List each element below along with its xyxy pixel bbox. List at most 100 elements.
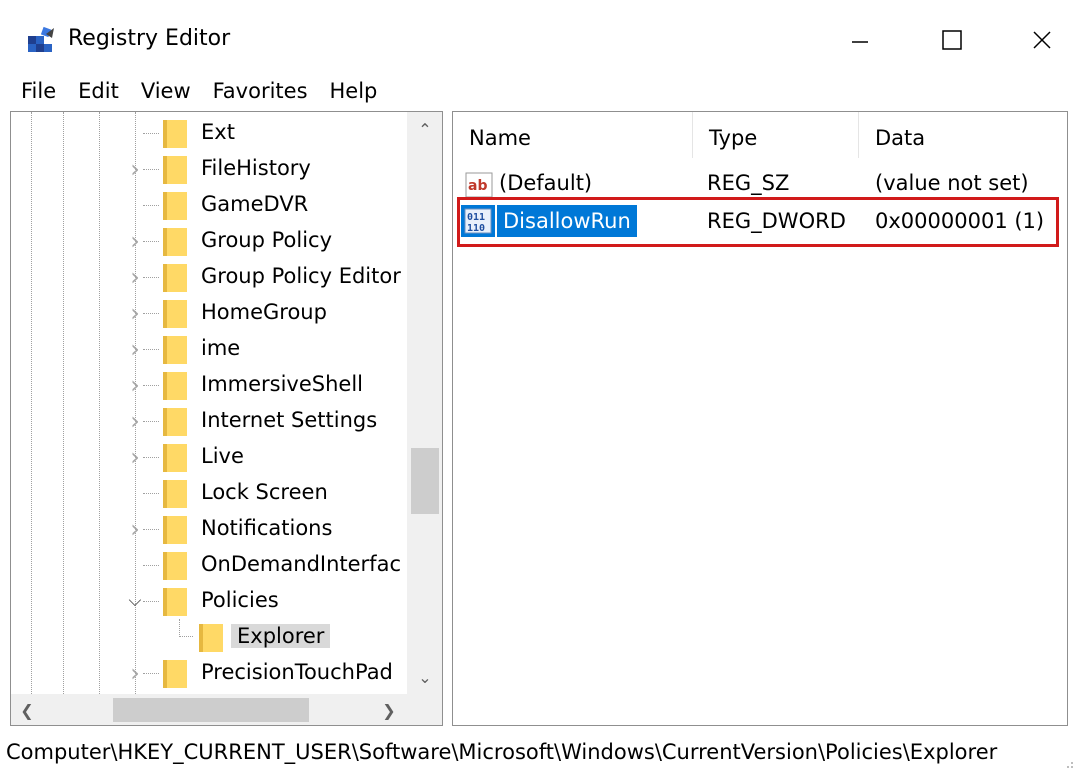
values-pane[interactable]: Name Type Data ab (Default) REG_SZ (valu… (452, 111, 1068, 726)
tree-connector (127, 123, 143, 143)
expand-chevron-icon[interactable]: › (127, 661, 143, 685)
value-name: (Default) (499, 171, 593, 195)
tree-connector-line (143, 493, 159, 494)
resize-grip-icon[interactable] (1062, 757, 1074, 769)
minimize-icon (852, 41, 868, 43)
minimize-button[interactable] (830, 14, 890, 66)
value-row-disallowrun[interactable]: 011 110 DisallowRun REG_DWORD 0x00000001… (453, 204, 1067, 240)
tree-vertical-scrollbar[interactable]: ⌃ ⌄ (407, 112, 442, 694)
value-type: REG_SZ (707, 171, 790, 195)
collapse-chevron-icon[interactable]: ⌵ (127, 591, 143, 611)
window-title: Registry Editor (68, 26, 231, 51)
svg-text:110: 110 (467, 223, 485, 234)
tree-connector (127, 555, 143, 575)
value-name: DisallowRun (497, 205, 637, 237)
tree-item[interactable]: › ImmersiveShell (11, 367, 406, 403)
expand-chevron-icon[interactable]: › (127, 373, 143, 397)
folder-icon (163, 120, 187, 148)
title-bar: Registry Editor (0, 0, 1078, 72)
folder-icon (163, 588, 187, 616)
tree-connector-line (143, 385, 159, 386)
expand-chevron-icon[interactable]: › (127, 229, 143, 253)
tree-item-label: Lock Screen (201, 480, 328, 504)
tree-item-label: Live (201, 444, 244, 468)
value-data: (value not set) (875, 171, 1029, 195)
tree-item-label: Ext (201, 120, 235, 144)
scroll-left-button[interactable]: ❮ (11, 694, 43, 725)
tree-connector-line (143, 133, 159, 134)
tree-item[interactable]: › Live (11, 439, 406, 475)
folder-icon (163, 372, 187, 400)
tree-connector-line (143, 421, 159, 422)
maximize-button[interactable] (922, 14, 982, 66)
close-icon (1033, 31, 1051, 49)
tree-item[interactable]: OnDemandInterfac (11, 547, 406, 583)
tree-item[interactable]: › Group Policy (11, 223, 406, 259)
folder-icon (163, 444, 187, 472)
tree-item[interactable]: › Internet Settings (11, 403, 406, 439)
expand-chevron-icon[interactable]: › (127, 301, 143, 325)
tree-item[interactable]: GameDVR (11, 187, 406, 223)
close-button[interactable] (1012, 14, 1072, 66)
scroll-thumb-horizontal[interactable] (113, 698, 309, 722)
folder-icon (163, 660, 187, 688)
folder-icon (163, 516, 187, 544)
expand-chevron-icon[interactable]: › (127, 157, 143, 181)
tree-item-label: OnDemandInterfac (201, 552, 401, 576)
tree-connector-line (143, 313, 159, 314)
expand-chevron-icon[interactable]: › (127, 265, 143, 289)
tree-item-label: Policies (201, 588, 279, 612)
menu-favorites[interactable]: Favorites (202, 79, 319, 103)
tree-item[interactable]: › Notifications (11, 511, 406, 547)
tree-item-label: FileHistory (201, 156, 311, 180)
value-row-default[interactable]: ab (Default) REG_SZ (value not set) (453, 166, 1067, 202)
tree-connector-line (143, 565, 159, 566)
scroll-down-button[interactable]: ⌄ (407, 660, 442, 694)
tree-item-label: Group Policy Editor (201, 264, 401, 288)
tree-item-label: ImmersiveShell (201, 372, 364, 396)
expand-chevron-icon[interactable]: › (127, 445, 143, 469)
menu-view[interactable]: View (130, 79, 202, 103)
column-header-type[interactable]: Type (693, 112, 859, 158)
maximize-icon (942, 30, 962, 50)
menu-help[interactable]: Help (319, 79, 389, 103)
tree-item-label: HomeGroup (201, 300, 327, 324)
column-header-data[interactable]: Data (859, 112, 1067, 158)
tree-connector-line (179, 619, 193, 637)
tree-item[interactable]: › ime (11, 331, 406, 367)
expand-chevron-icon[interactable]: › (127, 409, 143, 433)
tree-item[interactable]: ⌵ Policies (11, 583, 406, 619)
scroll-thumb-vertical[interactable] (411, 448, 439, 514)
folder-icon (163, 336, 187, 364)
tree-item[interactable]: › PrecisionTouchPad (11, 655, 406, 691)
expand-chevron-icon[interactable]: › (127, 517, 143, 541)
string-value-icon: ab (465, 172, 493, 198)
tree-item-label: Internet Settings (201, 408, 378, 432)
value-data: 0x00000001 (1) (875, 209, 1045, 233)
expand-chevron-icon[interactable]: › (127, 337, 143, 361)
tree-item[interactable]: Lock Screen (11, 475, 406, 511)
tree-item[interactable]: › FileHistory (11, 151, 406, 187)
tree-item[interactable]: Explorer (11, 619, 406, 655)
scroll-right-button[interactable]: ❯ (373, 694, 405, 725)
tree-item-label: Explorer (231, 624, 331, 648)
tree-connector (127, 483, 143, 503)
chevron-right-icon: ❯ (382, 700, 396, 720)
chevron-down-icon: ⌄ (418, 667, 432, 687)
tree-horizontal-scrollbar[interactable]: ❮ ❯ (11, 694, 407, 725)
menu-edit[interactable]: Edit (67, 79, 130, 103)
tree-item[interactable]: › HomeGroup (11, 295, 406, 331)
column-header-name[interactable]: Name (453, 112, 693, 158)
tree-item[interactable]: › Group Policy Editor (11, 259, 406, 295)
tree-item[interactable]: Ext (11, 115, 406, 151)
tree-item-label: Notifications (201, 516, 333, 540)
tree-connector-line (143, 349, 159, 350)
tree-connector-line (143, 169, 159, 170)
tree-connector-line (143, 457, 159, 458)
folder-icon (163, 408, 187, 436)
scroll-up-button[interactable]: ⌃ (407, 112, 442, 146)
key-tree-pane[interactable]: Ext › FileHistory GameDVR › Group Policy › Grou… (10, 111, 443, 726)
tree-connector-line (143, 673, 159, 674)
status-bar: Computer\HKEY_CURRENT_USER\Software\Micr… (0, 732, 1078, 773)
menu-file[interactable]: File (0, 79, 67, 103)
